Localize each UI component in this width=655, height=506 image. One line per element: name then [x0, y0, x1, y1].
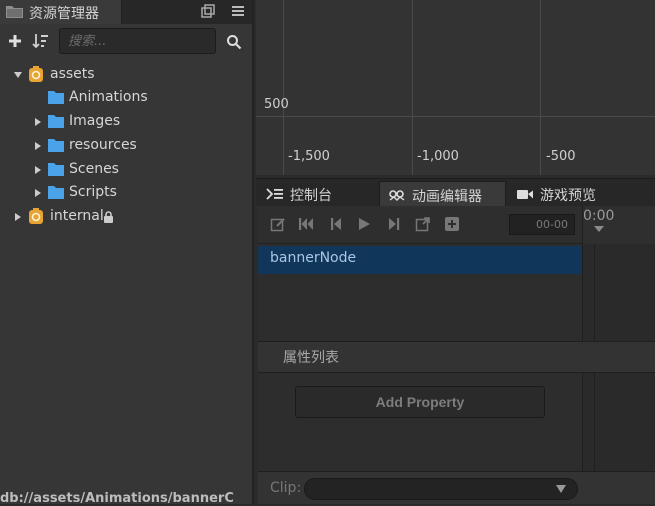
- tree-label: Scripts: [69, 184, 117, 200]
- tree-item-images[interactable]: Images: [0, 111, 252, 133]
- sort-icon[interactable]: [31, 32, 49, 50]
- folder-icon: [48, 115, 64, 128]
- jump-to-start-icon[interactable]: [298, 216, 314, 232]
- tab-label: 游戏预览: [540, 188, 596, 204]
- lock-icon: [104, 211, 113, 223]
- folder-icon: [48, 91, 64, 104]
- popout-icon[interactable]: [200, 3, 216, 19]
- y-axis-label: 500: [264, 97, 289, 112]
- tree-label: assets: [50, 66, 95, 82]
- time-input[interactable]: 00-00: [509, 214, 575, 235]
- add-event-icon[interactable]: [444, 216, 460, 232]
- chevron-down-icon[interactable]: [556, 485, 566, 493]
- tree-label: internal: [50, 208, 104, 224]
- playhead-marker[interactable]: [594, 226, 604, 232]
- tree-item-scenes[interactable]: Scenes: [0, 159, 252, 181]
- tab-game-preview[interactable]: 游戏预览: [508, 181, 626, 207]
- tree-item-assets[interactable]: assets: [0, 64, 252, 86]
- folder-icon: [48, 163, 64, 176]
- node-name: bannerNode: [270, 250, 357, 266]
- search-icon[interactable]: [226, 34, 242, 50]
- grid-line: [256, 116, 655, 117]
- x-axis-label: -1,500: [288, 149, 330, 164]
- tree-item-internal[interactable]: internal: [0, 206, 252, 228]
- grid-line: [540, 0, 541, 175]
- add-property-button[interactable]: Add Property: [295, 386, 545, 418]
- bottom-tabbar: 控制台 动画编辑器 游戏预览: [256, 178, 655, 207]
- tree-label: Images: [69, 113, 121, 129]
- search-input[interactable]: [59, 28, 216, 54]
- timeline-cursor-line: [594, 373, 595, 471]
- expanded-arrow-icon[interactable]: [14, 71, 22, 79]
- tab-label: 控制台: [290, 188, 332, 204]
- tree-label: Animations: [69, 89, 148, 105]
- asset-explorer-panel: 资源管理器 assets Animations Images: [0, 0, 254, 506]
- collapsed-arrow-icon[interactable]: [34, 166, 42, 174]
- tree-item-animations[interactable]: Animations: [0, 87, 252, 109]
- x-axis-label: -500: [546, 149, 576, 164]
- collapsed-arrow-icon[interactable]: [34, 118, 42, 126]
- menu-icon[interactable]: [230, 3, 246, 19]
- tree-label: Scenes: [69, 161, 119, 177]
- grid-line: [412, 0, 413, 175]
- folder-icon: [48, 139, 64, 152]
- collapsed-arrow-icon[interactable]: [34, 189, 42, 197]
- clip-label: Clip:: [270, 480, 302, 496]
- grid-line: [283, 0, 284, 175]
- explorer-folder-icon: [6, 6, 23, 18]
- collapsed-arrow-icon[interactable]: [14, 213, 22, 221]
- tab-console[interactable]: 控制台: [258, 181, 376, 207]
- next-frame-icon[interactable]: [386, 216, 402, 232]
- folder-icon: [48, 186, 64, 199]
- x-axis-label: -1,000: [417, 149, 459, 164]
- explorer-tab[interactable]: 资源管理器: [0, 0, 122, 24]
- asset-db-icon: [29, 66, 43, 82]
- video-camera-icon: [517, 190, 533, 199]
- console-icon: [266, 188, 283, 200]
- collapsed-arrow-icon[interactable]: [34, 142, 42, 150]
- tree-item-resources[interactable]: resources: [0, 135, 252, 157]
- tab-label: 动画编辑器: [412, 189, 482, 205]
- export-icon[interactable]: [415, 216, 431, 232]
- property-list-title: 属性列表: [283, 350, 339, 366]
- timeline-start-label: 0:00: [583, 208, 615, 224]
- clip-select[interactable]: [304, 478, 578, 500]
- tree-item-scripts[interactable]: Scripts: [0, 182, 252, 204]
- previous-frame-icon[interactable]: [328, 216, 344, 232]
- explorer-title: 资源管理器: [29, 6, 99, 22]
- tab-animation-editor[interactable]: 动画编辑器: [379, 181, 506, 207]
- add-icon[interactable]: [8, 34, 22, 48]
- asset-db-icon: [29, 208, 43, 224]
- timeline-cursor-line: [594, 244, 595, 341]
- tree-label: resources: [69, 137, 137, 153]
- scene-view[interactable]: 500 -1,500 -1,000 -500: [256, 0, 655, 175]
- animation-icon: [389, 190, 405, 201]
- play-icon[interactable]: [356, 216, 372, 232]
- edit-icon[interactable]: [270, 216, 286, 232]
